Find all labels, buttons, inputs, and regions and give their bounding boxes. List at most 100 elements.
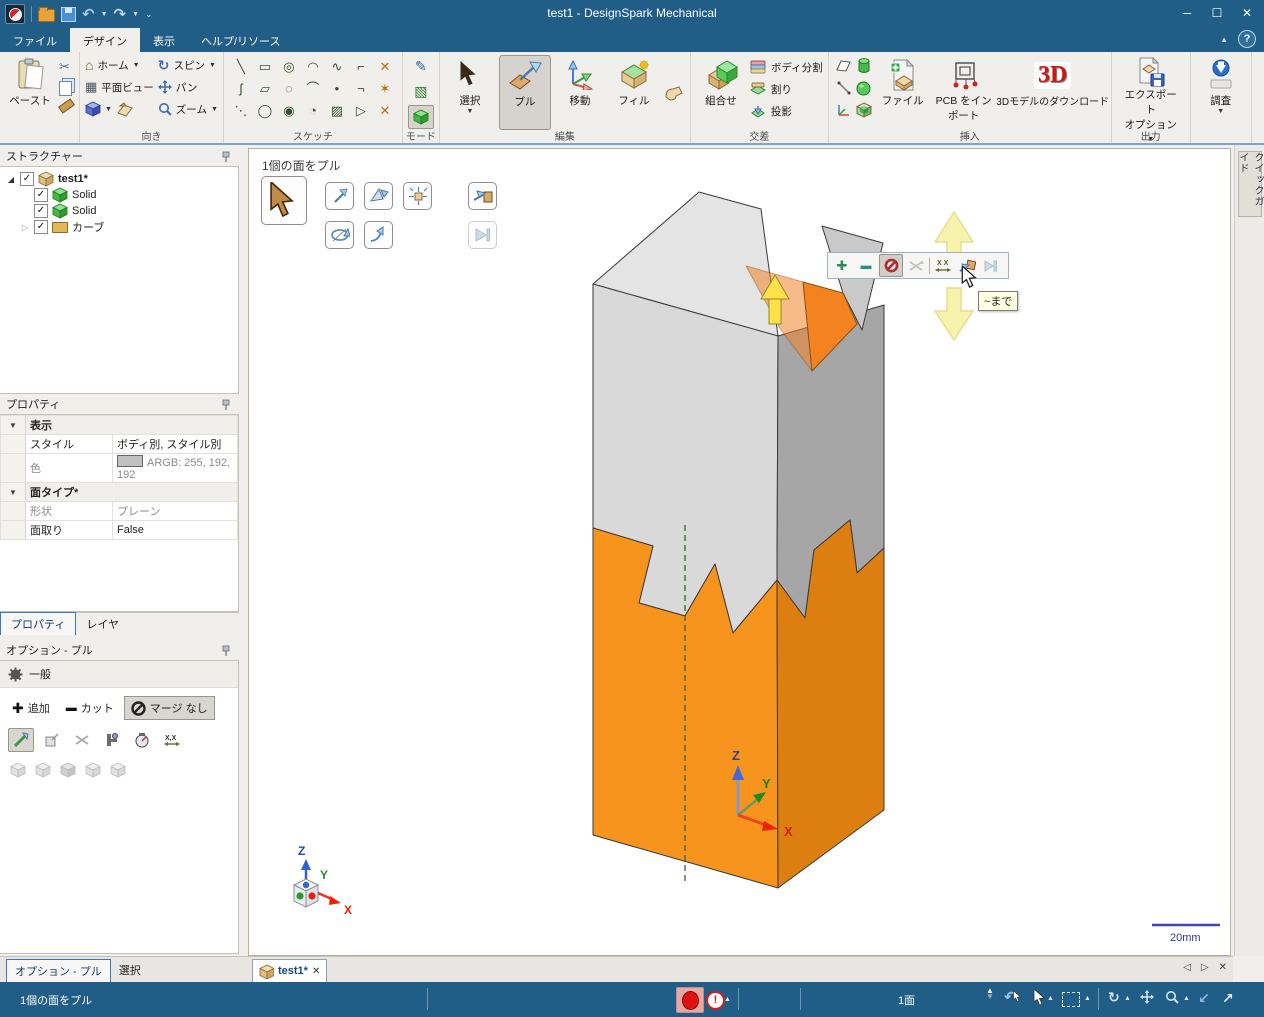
orbit-icon[interactable]: ↻ xyxy=(1108,989,1120,1006)
sketch-construction-line-icon[interactable]: ⋱ xyxy=(234,104,247,117)
tree-row-curves[interactable]: ▷ ✓ カーブ xyxy=(6,219,238,235)
tab-design[interactable]: デザイン xyxy=(70,28,140,52)
tree-row-solid2[interactable]: ✓ Solid xyxy=(6,203,238,219)
tab-prev-icon[interactable]: ◁ xyxy=(1183,962,1191,973)
color-swatch[interactable] xyxy=(117,455,143,467)
document-tab[interactable]: test1* ✕ xyxy=(252,959,328,983)
sketch-delete-icon[interactable]: ✕ xyxy=(379,104,390,117)
mini-cut-button[interactable]: ▬ xyxy=(855,255,877,276)
mini-add-button[interactable]: ✚ xyxy=(831,255,853,276)
pull-draft-button[interactable] xyxy=(364,182,393,210)
select-tool-button[interactable]: 選択 ▼ xyxy=(445,55,495,130)
selection-spinner[interactable]: ▲ ▼ xyxy=(986,986,994,1001)
split-button[interactable]: 割り xyxy=(749,79,823,99)
chevron-down-icon[interactable]: ▼ xyxy=(0,415,26,435)
next-view-icon[interactable]: ↗ xyxy=(1222,990,1234,1007)
sketch-spline-icon[interactable]: ∿ xyxy=(331,60,342,73)
order-button[interactable]: 注文▼ xyxy=(1257,55,1264,130)
model-scene[interactable]: Z Y X Z Y X 20mm xyxy=(248,148,1231,956)
mini-dimension-button[interactable]: X X xyxy=(932,255,954,276)
tab-options-pull[interactable]: オプション - プル xyxy=(6,958,111,982)
close-button[interactable]: ✕ xyxy=(1232,0,1262,26)
orbit-dropdown-icon[interactable]: ▲ xyxy=(1124,995,1131,1002)
expand-icon[interactable]: ▷ xyxy=(20,223,30,232)
tab-layers[interactable]: レイヤ xyxy=(76,613,129,635)
view-cube-button[interactable]: ▼ xyxy=(85,99,154,119)
pull-tool-button[interactable]: プル xyxy=(498,55,551,130)
plan-view-button[interactable]: ▦ 平面ビュー xyxy=(85,77,154,97)
pull-ruler-tool-icon[interactable] xyxy=(8,728,34,752)
pull-direction-button[interactable] xyxy=(325,182,354,210)
sketch-sweep-arc-icon[interactable]: ◔ xyxy=(309,104,317,117)
zoom-icon[interactable] xyxy=(1165,990,1180,1008)
pull-box-tool-icon[interactable] xyxy=(40,729,64,751)
pan-button[interactable]: パン xyxy=(157,77,218,97)
property-group-row[interactable]: ▼ 表示 xyxy=(0,415,238,435)
undo-dropdown-icon[interactable]: ▼ xyxy=(101,11,108,18)
pull-preset-icon[interactable] xyxy=(10,762,27,779)
pull-up-to-button[interactable] xyxy=(468,182,497,210)
pull-preset-icon[interactable] xyxy=(35,762,52,779)
sketch-three-point-arc-icon[interactable]: ⌒ xyxy=(306,82,319,95)
sketch-corner-icon[interactable]: ⌐ xyxy=(357,60,365,73)
dimension-tool-icon[interactable]: X,X xyxy=(160,729,184,751)
warning-button[interactable]: ! xyxy=(706,991,725,1010)
redo-dropdown-icon[interactable]: ▼ xyxy=(132,11,139,18)
zoom-dropdown-icon[interactable]: ▲ xyxy=(1183,995,1190,1002)
visibility-checkbox[interactable]: ✓ xyxy=(34,220,48,234)
project-button[interactable]: 投影 xyxy=(750,101,823,121)
spin-button[interactable]: ↻ スピン ▼ xyxy=(158,55,218,75)
home-view-button[interactable]: ⌂ ホーム ▼ xyxy=(85,55,154,75)
sphere-icon[interactable] xyxy=(856,81,871,96)
open-file-icon[interactable] xyxy=(38,7,55,22)
sketch-circle2-icon[interactable]: ◉ xyxy=(283,104,294,117)
ribbon-collapse-icon[interactable]: ▲ xyxy=(1220,35,1228,44)
pin-icon[interactable] xyxy=(219,150,233,163)
options-general-section[interactable]: 一般 xyxy=(0,661,238,688)
box-select-icon[interactable] xyxy=(1062,992,1080,1007)
full-pull-button[interactable] xyxy=(468,221,497,249)
copy-icon[interactable] xyxy=(59,81,72,96)
tab-close-all-icon[interactable]: ✕ xyxy=(1219,962,1227,973)
property-row-shape[interactable]: 形状 プレーン xyxy=(0,501,238,521)
sketch-fill-region-icon[interactable]: ▨ xyxy=(331,104,343,117)
mini-full-pull-button[interactable] xyxy=(980,255,1002,276)
sketch-construction-circle-icon[interactable]: ◌ xyxy=(285,82,293,95)
export-options-button[interactable]: エクスポート オプション ▼ xyxy=(1117,55,1185,143)
sketch-line-icon[interactable]: ╲ xyxy=(237,60,245,73)
document-tab-close-icon[interactable]: ✕ xyxy=(312,966,320,977)
quick-guide-tab[interactable]: クイックガイド xyxy=(1237,151,1263,217)
tab-file[interactable]: ファイル xyxy=(0,28,70,52)
pull-both-sides-button[interactable] xyxy=(403,182,432,210)
investigate-button[interactable]: 調査 ▼ xyxy=(1196,55,1246,130)
select-mode-button[interactable] xyxy=(261,176,307,225)
app-icon[interactable] xyxy=(5,4,25,24)
tab-help[interactable]: ヘルプ/リソース xyxy=(188,28,294,52)
cut-icon[interactable]: ✂ xyxy=(59,59,74,75)
blend-tool-icon[interactable] xyxy=(663,83,685,103)
sketch-curve-icon[interactable]: ʃ xyxy=(239,82,242,95)
warning-dropdown-icon[interactable]: ▲ xyxy=(724,996,731,1003)
download-3d-model-button[interactable]: 3D 3Dモデルのダウンロード xyxy=(996,55,1109,130)
sketch-plane-icon[interactable] xyxy=(116,101,133,117)
tab-view[interactable]: 表示 xyxy=(140,28,188,52)
pull-preset-icon[interactable] xyxy=(60,762,77,779)
qat-customize-icon[interactable]: ⌄ xyxy=(145,9,153,20)
gauge-tool-icon[interactable] xyxy=(130,729,154,751)
redo-icon[interactable]: ↷ xyxy=(114,7,127,22)
mini-both-sides-button[interactable] xyxy=(905,255,927,276)
caliper-tool-icon[interactable] xyxy=(100,729,124,751)
import-pcb-button[interactable]: PCB をイン ポート xyxy=(932,55,996,130)
plane-icon[interactable] xyxy=(836,60,851,72)
minimize-button[interactable]: ─ xyxy=(1172,0,1202,26)
sketch-point-icon[interactable]: • xyxy=(335,82,340,95)
sketch-offset-icon[interactable]: ▷ xyxy=(356,104,366,117)
insert-file-button[interactable]: ファイル xyxy=(878,55,928,130)
pan-icon[interactable] xyxy=(1140,990,1155,1008)
cut-option-button[interactable]: ▬ カット xyxy=(60,697,120,719)
pin-icon[interactable] xyxy=(219,398,233,411)
pull-preset-icon[interactable] xyxy=(85,762,102,779)
sketch-ellipse-icon[interactable]: ◯ xyxy=(258,104,273,117)
visibility-checkbox[interactable]: ✓ xyxy=(34,188,48,202)
select-dropdown-icon[interactable]: ▲ xyxy=(1047,995,1054,1002)
